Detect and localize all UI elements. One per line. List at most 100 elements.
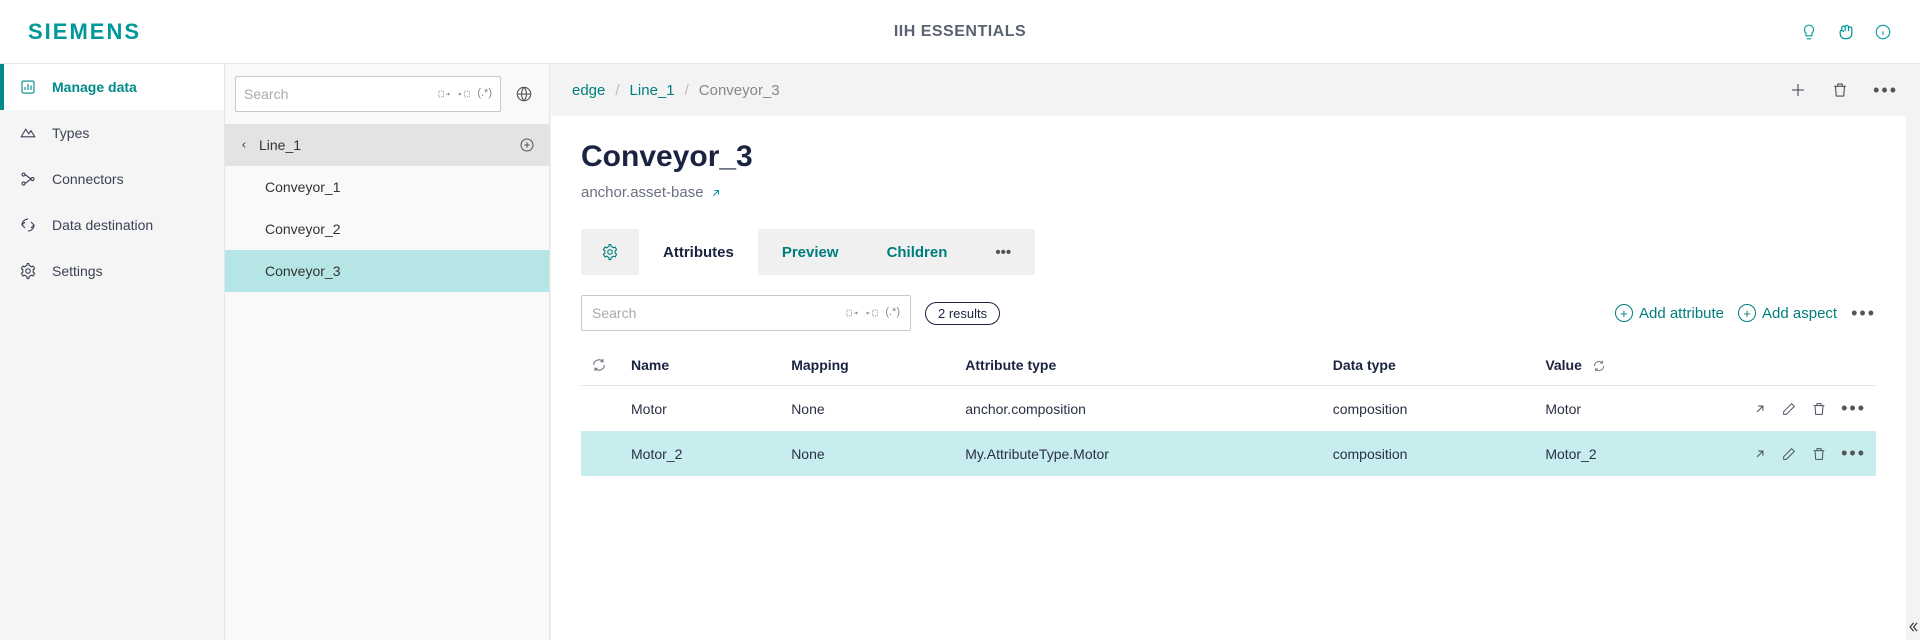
attribute-filter-row: (.*) 2 results + Add attribute + Add asp…	[581, 295, 1876, 331]
plus-circle-icon: +	[1738, 304, 1756, 322]
col-data-type[interactable]: Data type	[1323, 345, 1536, 386]
tree-child-label: Conveyor_2	[265, 221, 341, 237]
sidebar-item-label: Types	[52, 125, 89, 141]
expand-panel-icon[interactable]	[1906, 620, 1920, 634]
cell-value: Motor_2	[1535, 431, 1716, 476]
add-attribute-button[interactable]: + Add attribute	[1615, 304, 1724, 322]
open-external-icon[interactable]	[1753, 402, 1767, 416]
connectors-icon	[18, 170, 38, 188]
breadcrumb-line-1[interactable]: Line_1	[630, 82, 675, 99]
breadcrumb: edge / Line_1 / Conveyor_3	[572, 82, 780, 99]
cell-mapping: None	[781, 386, 955, 432]
sidebar-item-label: Connectors	[52, 171, 124, 187]
cell-value: Motor	[1535, 386, 1716, 432]
row-more-icon[interactable]: •••	[1841, 443, 1866, 464]
app-title: IIH ESSENTIALS	[894, 23, 1026, 41]
refresh-value-icon[interactable]	[1592, 359, 1606, 373]
cell-data-type: composition	[1323, 386, 1536, 432]
add-aspect-button[interactable]: + Add aspect	[1738, 304, 1837, 322]
breadcrumb-sep: /	[615, 82, 619, 99]
sidebar-item-manage-data[interactable]: Manage data	[0, 64, 224, 110]
page-title: Conveyor_3	[581, 140, 1876, 174]
breadcrumb-sep: /	[685, 82, 689, 99]
add-attribute-label: Add attribute	[1639, 305, 1724, 322]
attribute-search-box[interactable]: (.*)	[581, 295, 911, 331]
cell-name: Motor_2	[621, 431, 781, 476]
cell-name: Motor	[621, 386, 781, 432]
delete-icon[interactable]	[1831, 81, 1849, 99]
row-more-icon[interactable]: •••	[1841, 398, 1866, 419]
tree-parent-label: Line_1	[259, 137, 301, 153]
breadcrumb-edge[interactable]: edge	[572, 82, 605, 99]
row-delete-icon[interactable]	[1811, 446, 1827, 462]
tree-child-label: Conveyor_1	[265, 179, 341, 195]
lightbulb-icon[interactable]	[1800, 23, 1818, 41]
tab-more[interactable]: •••	[971, 229, 1035, 275]
open-external-icon[interactable]	[1753, 447, 1767, 461]
tab-preview[interactable]: Preview	[758, 229, 863, 275]
asset-tree-panel: (.*) Line_1 Conveyor_1 Conveyor_2	[225, 64, 550, 640]
main-sidebar: Manage data Types Connectors Data destin…	[0, 64, 225, 640]
sidebar-item-label: Manage data	[52, 79, 137, 95]
chevron-left-icon	[239, 140, 249, 150]
results-count-badge: 2 results	[925, 302, 1000, 325]
settings-icon	[18, 262, 38, 280]
tree-parent-row[interactable]: Line_1	[225, 124, 549, 166]
attributes-table: Name Mapping Attribute type Data type Va…	[581, 345, 1876, 476]
manage-data-icon	[18, 78, 38, 96]
tab-attributes[interactable]: Attributes	[639, 229, 758, 275]
globe-icon[interactable]	[509, 79, 539, 109]
detail-tabs: Attributes Preview Children •••	[581, 229, 1035, 275]
breadcrumb-current: Conveyor_3	[699, 82, 780, 99]
more-icon[interactable]: •••	[1873, 80, 1898, 101]
col-mapping[interactable]: Mapping	[781, 345, 955, 386]
cell-mapping: None	[781, 431, 955, 476]
main-content: edge / Line_1 / Conveyor_3 ••• Conveyor_…	[550, 64, 1920, 640]
add-asset-icon[interactable]	[519, 137, 535, 153]
info-icon[interactable]	[1874, 23, 1892, 41]
page-subtitle-text: anchor.asset-base	[581, 184, 704, 201]
row-delete-icon[interactable]	[1811, 401, 1827, 417]
tree-search-input[interactable]	[244, 86, 437, 102]
edit-icon[interactable]	[1781, 401, 1797, 417]
col-attribute-type[interactable]: Attribute type	[955, 345, 1322, 386]
tree-child-label: Conveyor_3	[265, 263, 341, 279]
plus-circle-icon: +	[1615, 304, 1633, 322]
feedback-icon[interactable]	[1836, 22, 1856, 42]
siemens-logo: SIEMENS	[28, 19, 141, 45]
tree-search-box[interactable]: (.*)	[235, 76, 501, 112]
sidebar-item-types[interactable]: Types	[0, 110, 224, 156]
tab-children[interactable]: Children	[863, 229, 972, 275]
sidebar-item-label: Data destination	[52, 217, 153, 233]
col-value[interactable]: Value	[1535, 345, 1716, 386]
tree-child-conveyor-1[interactable]: Conveyor_1	[225, 166, 549, 208]
filter-more-icon[interactable]: •••	[1851, 303, 1876, 324]
table-row[interactable]: Motor_2 None My.AttributeType.Motor comp…	[581, 431, 1876, 476]
types-icon	[18, 124, 38, 142]
sidebar-item-settings[interactable]: Settings	[0, 248, 224, 294]
tab-config-gear[interactable]	[581, 229, 639, 275]
tree-child-conveyor-2[interactable]: Conveyor_2	[225, 208, 549, 250]
add-icon[interactable]	[1789, 81, 1807, 99]
col-name[interactable]: Name	[621, 345, 781, 386]
table-row[interactable]: Motor None anchor.composition compositio…	[581, 386, 1876, 432]
add-aspect-label: Add aspect	[1762, 305, 1837, 322]
main-toolbar: edge / Line_1 / Conveyor_3 •••	[550, 64, 1920, 116]
edit-icon[interactable]	[1781, 446, 1797, 462]
cell-attr-type: anchor.composition	[955, 386, 1322, 432]
header-action-icons	[1800, 22, 1892, 42]
app-header: SIEMENS IIH ESSENTIALS	[0, 0, 1920, 64]
cell-attr-type: My.AttributeType.Motor	[955, 431, 1322, 476]
tree-child-conveyor-3[interactable]: Conveyor_3	[225, 250, 549, 292]
page-subtitle: anchor.asset-base	[581, 184, 1876, 201]
tree-search-match-icons[interactable]: (.*)	[437, 87, 492, 101]
attribute-search-match-icons[interactable]: (.*)	[845, 306, 900, 320]
refresh-column-icon[interactable]	[591, 357, 611, 373]
external-link-icon[interactable]	[710, 187, 722, 199]
sidebar-item-label: Settings	[52, 263, 103, 279]
sidebar-item-connectors[interactable]: Connectors	[0, 156, 224, 202]
attribute-search-input[interactable]	[592, 305, 845, 321]
sidebar-item-data-destination[interactable]: Data destination	[0, 202, 224, 248]
data-destination-icon	[18, 216, 38, 234]
cell-data-type: composition	[1323, 431, 1536, 476]
